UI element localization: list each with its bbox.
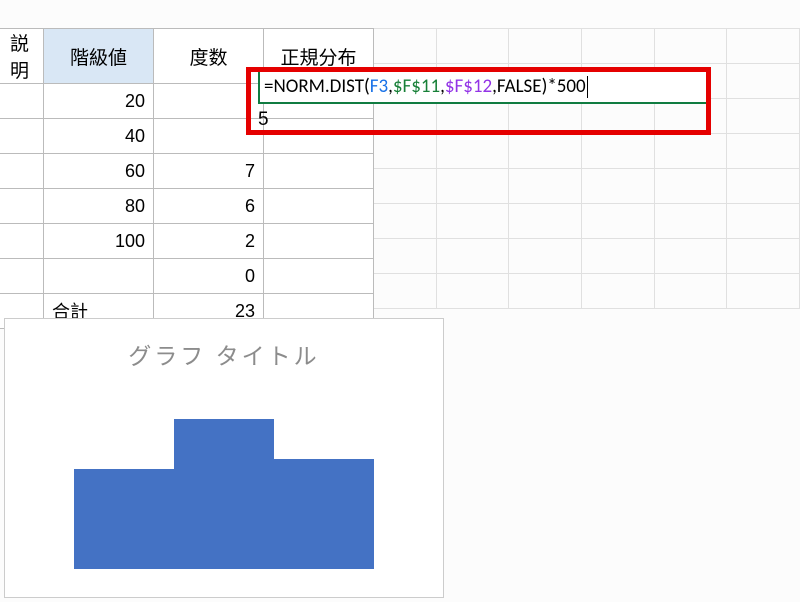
formula-arg1: F3 [370, 75, 388, 98]
header-frequency[interactable]: 度数 [154, 29, 264, 84]
formula-arg2: $F$11 [393, 75, 440, 98]
cell-freq-2[interactable]: 2 [154, 224, 264, 259]
chart-plot-area [5, 389, 443, 569]
cell-freq-6[interactable]: 6 [154, 189, 264, 224]
cell-empty[interactable] [581, 274, 654, 309]
header-class-value[interactable]: 階級値 [44, 29, 154, 84]
cell-empty[interactable] [727, 274, 800, 309]
cell-empty[interactable] [581, 29, 654, 64]
cell-class-40[interactable]: 40 [44, 119, 154, 154]
cell[interactable] [0, 259, 44, 294]
formula-function: NORM.DIST [273, 75, 364, 98]
cell[interactable] [0, 189, 44, 224]
cell-empty[interactable] [727, 169, 800, 204]
cell-empty[interactable] [436, 274, 509, 309]
formula-arg3: $F$12 [445, 75, 492, 98]
cell[interactable] [0, 84, 44, 119]
cell-class-80[interactable]: 80 [44, 189, 154, 224]
embedded-chart[interactable]: グラフ タイトル [4, 318, 444, 598]
cell-empty[interactable] [727, 134, 800, 169]
cell-empty[interactable] [364, 169, 437, 204]
cell-empty[interactable] [436, 169, 509, 204]
cell-empty[interactable] [581, 134, 654, 169]
cell-empty[interactable] [436, 134, 509, 169]
cell-empty[interactable] [509, 134, 582, 169]
cell[interactable] [264, 119, 374, 154]
cell-freq-0[interactable]: 0 [154, 259, 264, 294]
cell[interactable] [154, 119, 264, 154]
cell-empty[interactable] [654, 204, 727, 239]
cell-empty[interactable] [364, 204, 437, 239]
cell[interactable] [264, 189, 374, 224]
chart-bar [174, 419, 274, 569]
formula-editor[interactable]: = NORM.DIST ( F3 , $F$11 , $F$12 , FALSE… [258, 69, 708, 104]
cell-empty[interactable] [654, 29, 727, 64]
cell-class-100[interactable]: 100 [44, 224, 154, 259]
cell-empty[interactable] [727, 29, 800, 64]
cell-empty[interactable] [509, 239, 582, 274]
cell-empty[interactable] [364, 29, 437, 64]
cell-class-20[interactable]: 20 [44, 84, 154, 119]
cell[interactable] [0, 224, 44, 259]
cell[interactable] [0, 154, 44, 189]
cell-empty[interactable] [654, 134, 727, 169]
cell-empty[interactable] [654, 239, 727, 274]
chart-title[interactable]: グラフ タイトル [5, 319, 443, 389]
cell[interactable] [264, 224, 374, 259]
cell-empty[interactable] [509, 169, 582, 204]
cell-empty[interactable] [436, 239, 509, 274]
cell-empty[interactable] [727, 99, 800, 134]
chart-bar [74, 469, 174, 569]
cell-empty[interactable] [727, 239, 800, 274]
cell-empty[interactable] [509, 29, 582, 64]
formula-close: )*500 [542, 75, 586, 98]
cell-empty[interactable] [509, 274, 582, 309]
formula-eq: = [264, 75, 273, 98]
cell-empty[interactable] [727, 204, 800, 239]
cell-freq-7[interactable]: 7 [154, 154, 264, 189]
cell-empty[interactable] [581, 239, 654, 274]
header-desc[interactable]: 説明 [0, 29, 44, 84]
cell[interactable] [264, 154, 374, 189]
cell[interactable] [44, 259, 154, 294]
cell-empty[interactable] [364, 239, 437, 274]
cell[interactable] [0, 119, 44, 154]
cell-empty[interactable] [654, 274, 727, 309]
cell-empty[interactable] [364, 134, 437, 169]
cell-empty[interactable] [364, 274, 437, 309]
cell-empty[interactable] [727, 64, 800, 99]
chart-bar [274, 459, 374, 569]
cell-empty[interactable] [581, 169, 654, 204]
cell-empty[interactable] [509, 204, 582, 239]
cell-class-60[interactable]: 60 [44, 154, 154, 189]
cell-empty[interactable] [436, 29, 509, 64]
cell-empty[interactable] [581, 204, 654, 239]
formula-arg4: FALSE [497, 75, 542, 98]
cell-empty[interactable] [654, 169, 727, 204]
cell[interactable] [264, 259, 374, 294]
text-cursor-icon [587, 76, 588, 98]
cell-empty[interactable] [436, 204, 509, 239]
cell[interactable] [154, 84, 264, 119]
